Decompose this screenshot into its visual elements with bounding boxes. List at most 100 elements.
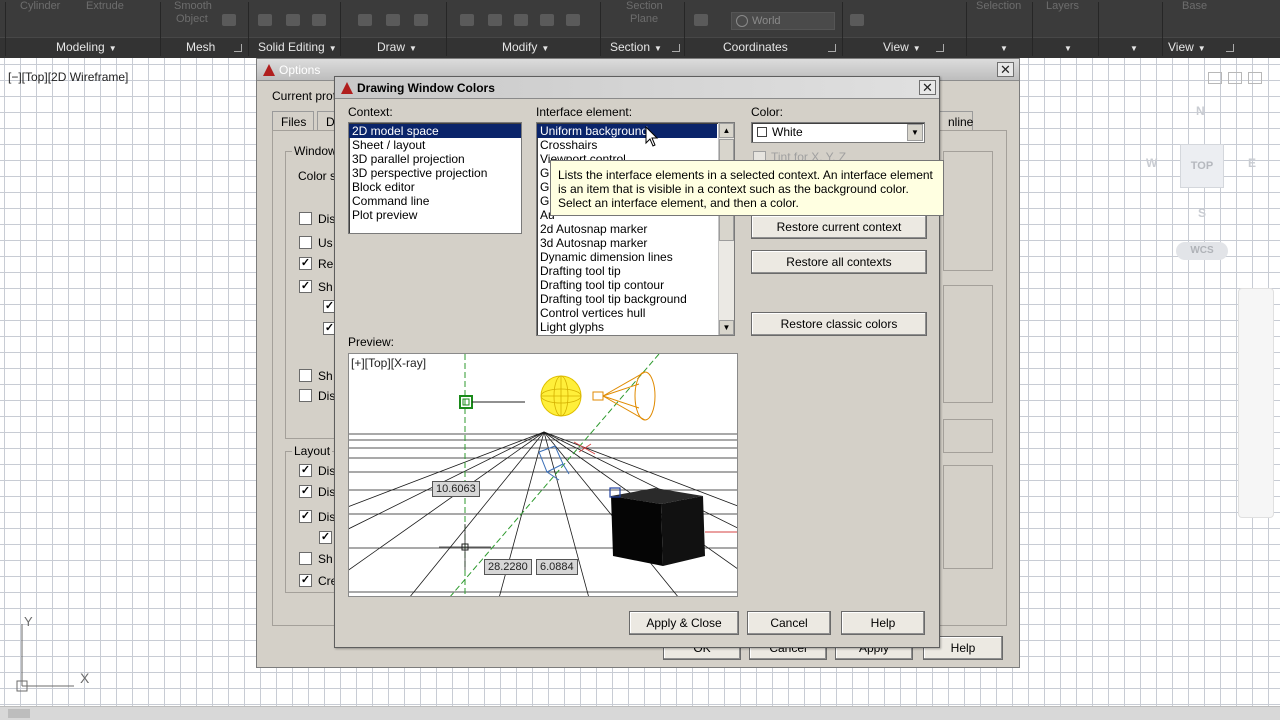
navigation-bar[interactable] — [1238, 288, 1274, 518]
layout-option-checkbox[interactable]: ✓ — [299, 510, 312, 523]
interface-item[interactable]: Light glyphs — [537, 320, 734, 334]
window-option-checkbox[interactable] — [299, 369, 312, 382]
panel-view-2[interactable]: View ▼ — [1168, 40, 1206, 54]
modify-scale-icon[interactable] — [540, 14, 554, 26]
panel-selection-dd[interactable]: ▼ — [996, 40, 1008, 54]
viewcube[interactable]: N W E S TOP WCS — [1140, 104, 1260, 264]
viewcube-north[interactable]: N — [1196, 104, 1205, 118]
panel-coordinates[interactable]: Coordinates — [723, 40, 788, 54]
dwc-cancel-button[interactable]: Cancel — [747, 611, 831, 635]
dwc-close-button[interactable]: ✕ — [919, 80, 936, 95]
panel-groups-dd[interactable]: ▼ — [1126, 40, 1138, 54]
coordinates-ucs-icon[interactable] — [694, 14, 708, 26]
dwc-titlebar[interactable]: Drawing Window Colors ✕ — [335, 77, 939, 99]
layout-option-checkbox[interactable] — [299, 552, 312, 565]
interface-item[interactable]: Uniform background — [537, 124, 717, 138]
window-option-checkbox[interactable] — [299, 212, 312, 225]
restore-current-context-button[interactable]: Restore current context — [751, 215, 927, 239]
solid-edit-separate-icon[interactable] — [312, 14, 326, 26]
coordinate-system-dropdown[interactable]: World — [731, 12, 835, 30]
context-item[interactable]: 3D perspective projection — [349, 166, 521, 180]
view-launcher-icon[interactable] — [936, 44, 944, 52]
ribbon-tool-extrude[interactable]: Extrude — [86, 0, 124, 12]
panel-modeling[interactable]: Modeling ▼ — [56, 40, 117, 54]
status-model-tab[interactable] — [8, 709, 30, 718]
ribbon-tool-layers[interactable]: Layers — [1046, 0, 1079, 12]
interface-item[interactable]: Drafting tool tip contour — [537, 278, 734, 292]
scroll-down-icon[interactable]: ▼ — [719, 320, 734, 335]
restore-icon[interactable] — [1228, 72, 1242, 84]
layout-option-checkbox[interactable]: ✓ — [299, 485, 312, 498]
context-item[interactable]: Plot preview — [349, 208, 521, 222]
tab-online[interactable]: nline — [939, 111, 973, 131]
ribbon-separator — [1032, 2, 1033, 56]
color-dropdown[interactable]: White ▼ — [751, 122, 925, 143]
context-listbox[interactable]: 2D model space Sheet / layout 3D paralle… — [348, 122, 522, 234]
layout-option-checkbox[interactable]: ✓ — [299, 574, 312, 587]
solid-edit-union-icon[interactable] — [258, 14, 272, 26]
window-option-checkbox[interactable] — [299, 236, 312, 249]
context-item[interactable]: Command line — [349, 194, 521, 208]
chevron-down-icon[interactable]: ▼ — [907, 124, 923, 141]
panel-modify[interactable]: Modify ▼ — [502, 40, 549, 54]
viewcube-wcs-menu[interactable]: WCS — [1176, 242, 1228, 260]
coordinates-launcher-icon[interactable] — [828, 44, 836, 52]
context-item[interactable]: 3D parallel projection — [349, 152, 521, 166]
apply-close-button[interactable]: Apply & Close — [629, 611, 739, 635]
modify-copy-icon[interactable] — [514, 14, 528, 26]
interface-element-listbox[interactable]: Uniform background Crosshairs Viewport c… — [536, 122, 735, 336]
section-launcher-icon[interactable] — [672, 44, 680, 52]
modify-move-icon[interactable] — [460, 14, 474, 26]
viewport-controls-label[interactable]: [−][Top][2D Wireframe] — [8, 70, 128, 84]
mesh-tool-icon[interactable] — [222, 14, 236, 26]
ribbon-tool-smooth-object[interactable]: Smooth — [174, 0, 212, 12]
interface-item[interactable]: 3d Autosnap marker — [537, 236, 734, 250]
context-item[interactable]: Sheet / layout — [349, 138, 521, 152]
restore-all-contexts-button[interactable]: Restore all contexts — [751, 250, 927, 274]
panel-mesh[interactable]: Mesh — [186, 40, 215, 54]
dwc-help-button[interactable]: Help — [841, 611, 925, 635]
context-item[interactable]: Block editor — [349, 180, 521, 194]
interface-scrollbar[interactable]: ▲ ▼ — [718, 123, 734, 335]
solid-edit-extract-icon[interactable] — [286, 14, 300, 26]
ribbon-tool-selection[interactable]: Selection — [976, 0, 1021, 12]
interface-item[interactable]: Drafting tool tip — [537, 264, 734, 278]
restore-classic-colors-button[interactable]: Restore classic colors — [751, 312, 927, 336]
viewcube-top-face[interactable]: TOP — [1180, 144, 1224, 188]
context-item[interactable]: 2D model space — [349, 124, 521, 138]
viewcube-west[interactable]: W — [1146, 156, 1157, 170]
view-manager-icon[interactable] — [850, 14, 864, 26]
panel-draw[interactable]: Draw ▼ — [377, 40, 417, 54]
window-option-checkbox[interactable]: ✓ — [299, 257, 312, 270]
layout-option-checkbox[interactable]: ✓ — [319, 531, 332, 544]
viewcube-east[interactable]: E — [1248, 156, 1256, 170]
panel-layers-dd[interactable]: ▼ — [1060, 40, 1072, 54]
minimize-icon[interactable] — [1208, 72, 1222, 84]
panel-solid-editing[interactable]: Solid Editing ▼ — [258, 40, 337, 54]
view-2-launcher-icon[interactable] — [1226, 44, 1234, 52]
tab-files[interactable]: Files — [272, 111, 314, 131]
draw-ellipse-icon[interactable] — [414, 14, 428, 26]
window-option-checkbox[interactable] — [299, 389, 312, 402]
interface-item[interactable]: Drafting tool tip background — [537, 292, 734, 306]
scroll-up-icon[interactable]: ▲ — [719, 123, 734, 138]
layout-option-checkbox[interactable]: ✓ — [299, 464, 312, 477]
modify-array-icon[interactable] — [566, 14, 580, 26]
mesh-launcher-icon[interactable] — [234, 44, 242, 52]
modify-rotate-icon[interactable] — [488, 14, 502, 26]
panel-section[interactable]: Section ▼ — [610, 40, 662, 54]
interface-item[interactable]: Crosshairs — [537, 138, 734, 152]
window-option-checkbox[interactable]: ✓ — [299, 280, 312, 293]
close-icon[interactable] — [1248, 72, 1262, 84]
viewcube-south[interactable]: S — [1198, 206, 1206, 220]
interface-item[interactable]: 2d Autosnap marker — [537, 222, 734, 236]
ribbon-tool-section-plane[interactable]: Section — [626, 0, 663, 12]
draw-polygon-icon[interactable] — [358, 14, 372, 26]
ribbon-tool-base[interactable]: Base — [1182, 0, 1207, 12]
interface-item[interactable]: Control vertices hull — [537, 306, 734, 320]
draw-rectangle-icon[interactable] — [386, 14, 400, 26]
panel-view[interactable]: View ▼ — [883, 40, 921, 54]
interface-item[interactable]: Dynamic dimension lines — [537, 250, 734, 264]
options-close-button[interactable]: ✕ — [997, 62, 1014, 77]
ribbon-tool-cylinder[interactable]: Cylinder — [20, 0, 60, 12]
